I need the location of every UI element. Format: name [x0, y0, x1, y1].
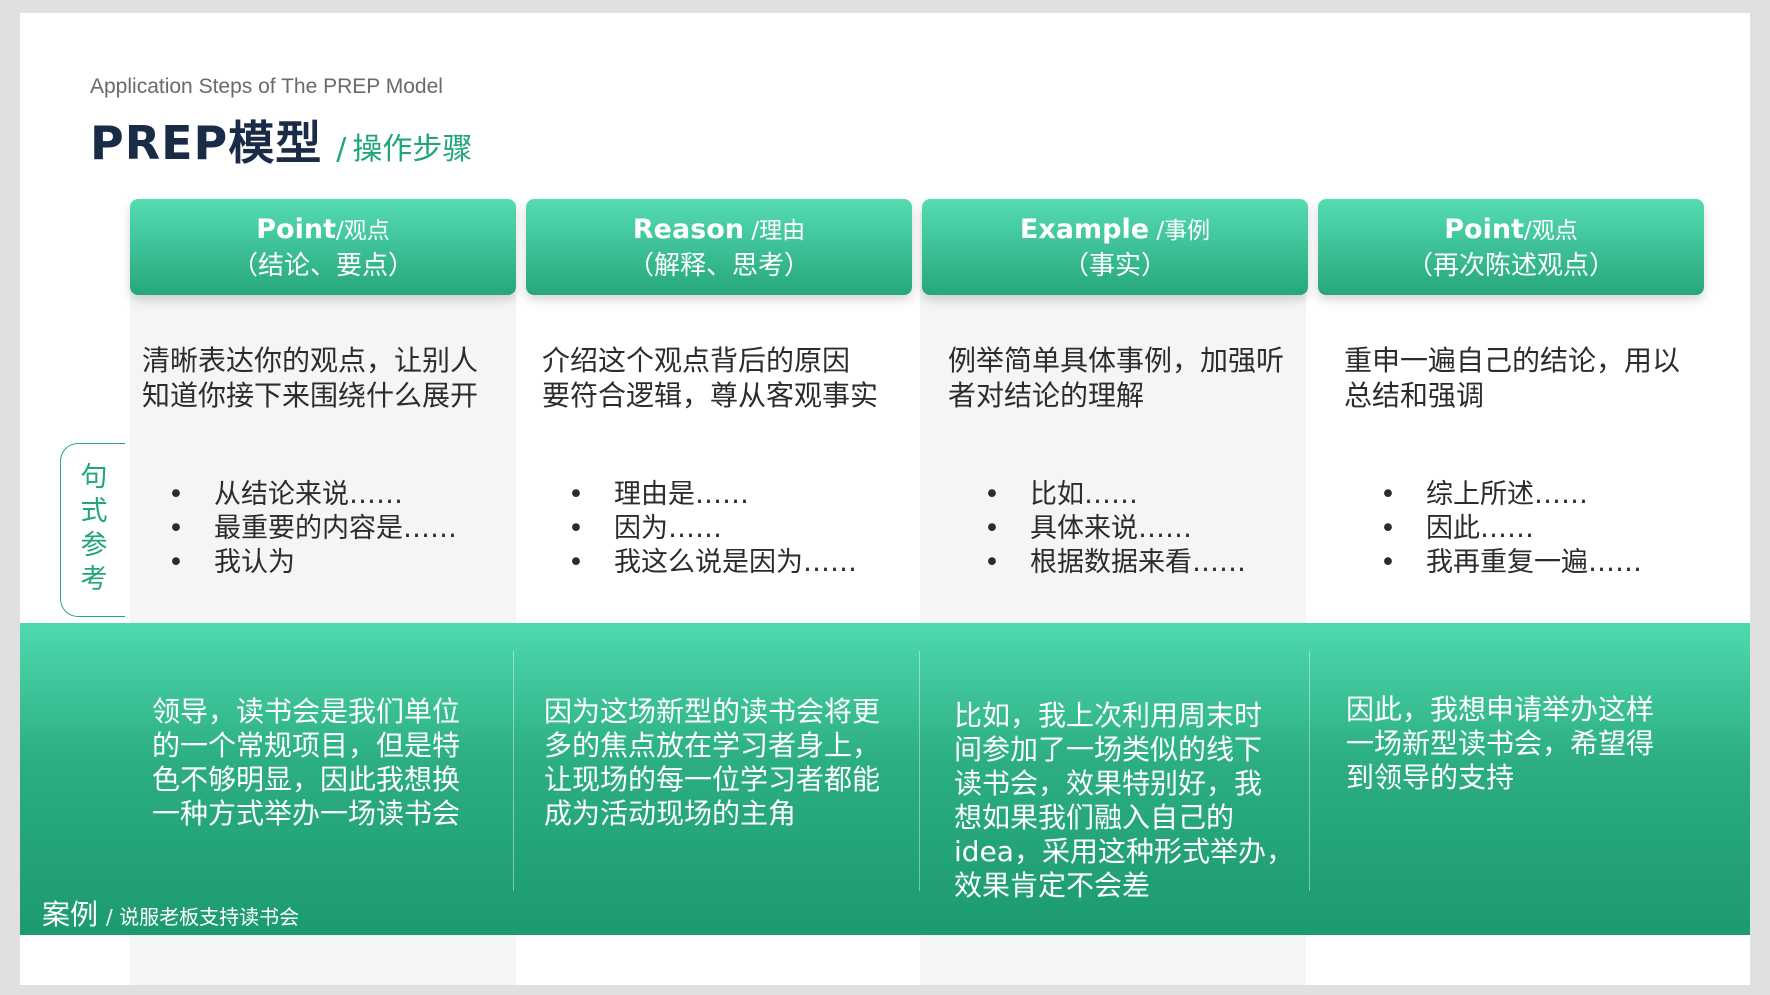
sentence-patterns-1: 从结论来说…… 最重要的内容是…… 我认为	[168, 478, 457, 580]
case-line: 多的焦点放在学习者身上，	[544, 729, 881, 762]
case-label: 案例 / 说服老板支持读书会	[42, 893, 299, 933]
sentence-patterns-2: 理由是…… 因为…… 我这么说是因为……	[568, 478, 857, 580]
header-en: Reason	[632, 214, 745, 245]
step-description-2: 介绍这个观点背后的原因 要符合逻辑，尊从客观事实	[542, 343, 878, 413]
header-en: Point	[1444, 214, 1524, 245]
case-line: 比如，我上次利用周末时	[954, 699, 1263, 732]
page-title: PREP模型 / 操作步骤	[90, 107, 472, 173]
step-header-reason: Reason /理由 （解释、思考）	[526, 199, 912, 295]
sentence-patterns-3: 比如…… 具体来说…… 根据数据来看……	[984, 478, 1246, 580]
case-text-2: 因为这场新型的读书会将更 多的焦点放在学习者身上， 让现场的每一位学习者都能 成…	[544, 695, 880, 831]
step-header-point: Point/观点 （结论、要点）	[130, 199, 516, 295]
description-line: 知道你接下来围绕什么展开	[142, 379, 479, 412]
case-line: 一种方式举办一场读书会	[152, 797, 461, 830]
header-cn: /理由	[744, 218, 806, 244]
case-line: 到领导的支持	[1346, 761, 1515, 794]
pattern-item: 我再重复一遍……	[1380, 546, 1642, 580]
step-header-example: Example /事例 （事实）	[922, 199, 1308, 295]
pattern-item: 最重要的内容是……	[168, 512, 457, 546]
page-subtitle: Application Steps of The PREP Model	[90, 75, 443, 98]
case-line: 读书会，效果特别好，我	[954, 767, 1263, 800]
case-line: 因为这场新型的读书会将更	[544, 695, 881, 728]
case-line: 的一个常规项目，但是特	[152, 729, 461, 762]
case-line: 领导，读书会是我们单位	[152, 695, 461, 728]
description-line: 者对结论的理解	[948, 379, 1145, 412]
step-header-point-again: Point/观点 （再次陈述观点）	[1318, 199, 1704, 295]
description-line: 介绍这个观点背后的原因	[542, 344, 851, 377]
sentence-patterns-4: 综上所述…… 因此…… 我再重复一遍……	[1380, 478, 1642, 580]
case-line: 色不够明显，因此我想换	[152, 763, 461, 796]
description-line: 清晰表达你的观点，让别人	[142, 344, 479, 377]
pattern-item: 我认为	[168, 546, 457, 580]
step-description-4: 重申一遍自己的结论，用以 总结和强调	[1344, 343, 1680, 413]
case-label-sub: / 说服老板支持读书会	[106, 905, 300, 929]
step-description-3: 例举简单具体事例，加强听 者对结论的理解	[948, 343, 1284, 413]
header-cn: /观点	[1523, 218, 1578, 244]
header-cn: /观点	[335, 218, 390, 244]
header-note: （再次陈述观点）	[1406, 251, 1615, 281]
description-line: 总结和强调	[1344, 379, 1485, 412]
pattern-item: 我这么说是因为……	[568, 546, 857, 580]
pattern-item: 比如……	[984, 478, 1246, 512]
title-sub: 操作步骤	[352, 132, 473, 167]
case-line: 因此，我想申请举办这样	[1346, 693, 1655, 726]
title-separator: /	[336, 132, 347, 167]
pattern-item: 理由是……	[568, 478, 857, 512]
case-text-1: 领导，读书会是我们单位 的一个常规项目，但是特 色不够明显，因此我想换 一种方式…	[152, 695, 460, 831]
pattern-item: 根据数据来看……	[984, 546, 1246, 580]
header-en: Point	[256, 214, 336, 245]
case-text-3: 比如，我上次利用周末时 间参加了一场类似的线下 读书会，效果特别好，我 想如果我…	[954, 699, 1294, 903]
header-note: （结论、要点）	[231, 251, 414, 281]
step-description-1: 清晰表达你的观点，让别人 知道你接下来围绕什么展开	[142, 343, 478, 413]
case-line: 让现场的每一位学习者都能	[544, 763, 881, 796]
case-line: idea，采用这种形式举办，	[954, 835, 1294, 868]
header-en: Example	[1019, 214, 1150, 245]
slide: Application Steps of The PREP Model PREP…	[20, 13, 1750, 985]
header-note: （解释、思考）	[627, 251, 810, 281]
case-line: 一场新型读书会，希望得	[1346, 727, 1655, 760]
description-line: 例举简单具体事例，加强听	[948, 344, 1285, 377]
title-main: PREP模型	[90, 116, 323, 170]
case-divider	[513, 651, 514, 891]
case-line: 效果肯定不会差	[954, 869, 1151, 902]
header-note: （事实）	[1062, 251, 1167, 281]
case-line: 成为活动现场的主角	[544, 797, 797, 830]
sentence-reference-label: 句式参考	[80, 462, 108, 595]
case-divider	[1309, 651, 1310, 891]
case-label-main: 案例	[42, 898, 99, 931]
pattern-item: 综上所述……	[1380, 478, 1642, 512]
case-text-4: 因此，我想申请举办这样 一场新型读书会，希望得 到领导的支持	[1346, 693, 1654, 795]
pattern-item: 因此……	[1380, 512, 1642, 546]
description-line: 要符合逻辑，尊从客观事实	[542, 379, 879, 412]
pattern-item: 具体来说……	[984, 512, 1246, 546]
header-cn: /事例	[1149, 218, 1211, 244]
pattern-item: 因为……	[568, 512, 857, 546]
case-line: 想如果我们融入自己的	[954, 801, 1235, 834]
pattern-item: 从结论来说……	[168, 478, 457, 512]
description-line: 重申一遍自己的结论，用以	[1344, 344, 1681, 377]
case-divider	[919, 651, 920, 891]
case-line: 间参加了一场类似的线下	[954, 733, 1263, 766]
